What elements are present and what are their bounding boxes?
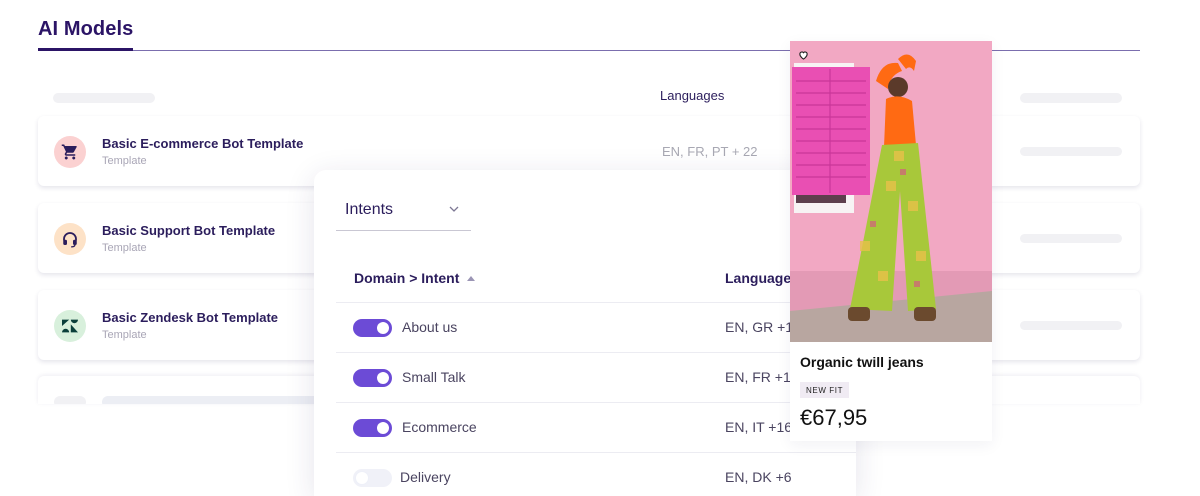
intent-languages: EN, DK +6 xyxy=(725,469,792,485)
product-photo xyxy=(790,41,992,342)
active-tab-underline xyxy=(38,48,133,51)
cart-icon-badge xyxy=(54,136,86,168)
toggle-knob xyxy=(377,322,389,334)
intent-row[interactable]: Delivery EN, DK +6 xyxy=(336,452,856,496)
intent-languages: EN, GR +1 xyxy=(725,319,794,335)
headset-icon-badge xyxy=(54,223,86,255)
intent-toggle[interactable] xyxy=(353,319,392,337)
intent-name: About us xyxy=(402,319,458,335)
zendesk-icon xyxy=(62,319,78,333)
intent-name: Ecommerce xyxy=(402,419,477,435)
template-type: Template xyxy=(102,329,147,341)
intent-toggle[interactable] xyxy=(353,419,392,437)
template-type: Template xyxy=(102,155,147,167)
cart-icon xyxy=(61,144,77,160)
template-name: Basic E-commerce Bot Template xyxy=(102,136,304,151)
product-card[interactable]: Organic twill jeans NEW FIT €67,95 xyxy=(790,41,992,441)
heart-icon[interactable] xyxy=(798,50,809,60)
column-header-language: Language xyxy=(725,270,792,286)
intent-row[interactable]: Small Talk EN, FR +16 xyxy=(336,352,856,402)
row-placeholder xyxy=(1020,234,1122,243)
row-placeholder xyxy=(1020,321,1122,330)
row-placeholder xyxy=(102,396,322,404)
zendesk-icon-badge xyxy=(54,310,86,342)
intent-row[interactable]: Ecommerce EN, IT +16 xyxy=(336,402,856,452)
row-placeholder xyxy=(1020,147,1122,156)
sort-ascending-icon xyxy=(467,275,476,281)
toggle-knob xyxy=(377,422,389,434)
intents-panel: Intents Domain > Intent Language About u… xyxy=(314,170,856,496)
column-header-placeholder xyxy=(1020,93,1122,103)
intent-languages: EN, IT +16 xyxy=(725,419,793,435)
intent-toggle[interactable] xyxy=(353,469,392,487)
headset-icon xyxy=(63,232,77,248)
product-name: Organic twill jeans xyxy=(800,354,924,370)
chevron-down-icon xyxy=(449,206,459,212)
intents-dropdown-label: Intents xyxy=(345,201,394,218)
intent-name: Delivery xyxy=(400,469,451,485)
intent-languages: EN, FR +16 xyxy=(725,369,799,385)
template-type: Template xyxy=(102,242,147,254)
product-price: €67,95 xyxy=(800,405,868,430)
column-header-domain-intent-label: Domain > Intent xyxy=(354,270,460,286)
product-badge: NEW FIT xyxy=(800,382,850,398)
intent-row[interactable]: About us EN, GR +1 xyxy=(336,302,856,352)
row-placeholder xyxy=(54,396,86,404)
column-header-placeholder xyxy=(53,93,155,103)
column-header-domain-intent[interactable]: Domain > Intent xyxy=(354,270,476,286)
toggle-knob xyxy=(377,372,389,384)
template-name: Basic Zendesk Bot Template xyxy=(102,310,279,325)
intent-toggle[interactable] xyxy=(353,369,392,387)
template-languages: EN, FR, PT + 22 xyxy=(662,144,758,159)
column-header-languages: Languages xyxy=(660,88,725,103)
template-name: Basic Support Bot Template xyxy=(102,223,276,238)
intent-name: Small Talk xyxy=(402,369,466,385)
toggle-knob xyxy=(356,472,368,484)
intents-dropdown[interactable]: Intents xyxy=(336,190,471,231)
page-title: AI Models xyxy=(38,18,134,40)
